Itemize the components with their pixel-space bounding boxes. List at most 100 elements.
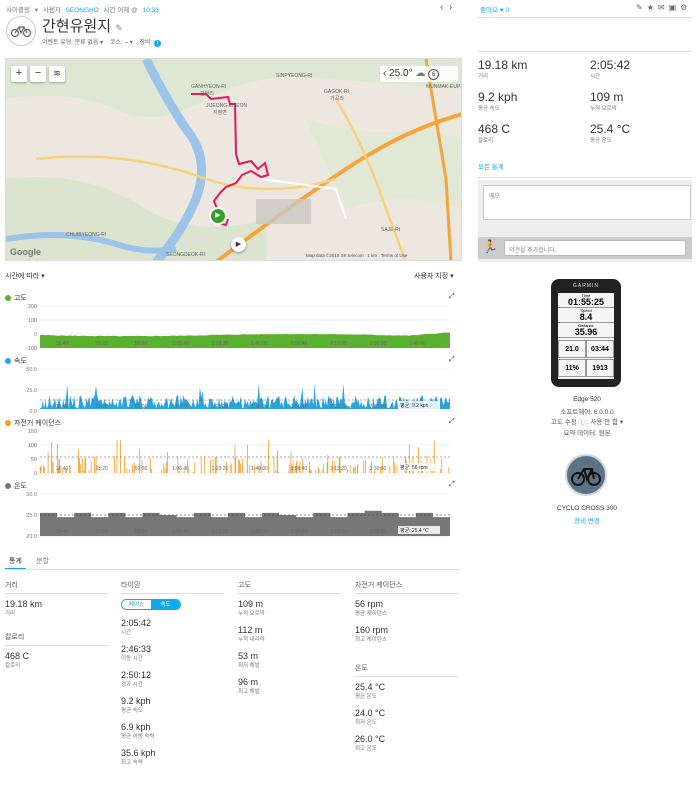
x-tick-label: 1:06:40 [172,341,189,347]
expand-icon[interactable]: ⤢ [449,293,455,301]
time-label: 시간 어제 @ [103,7,138,14]
activity-type-link[interactable]: 사이클링 [6,7,30,14]
time-axis-select[interactable]: 시간에 따라 ▾ [5,271,45,281]
y-tick-label: 0 [34,332,37,338]
share-icon[interactable]: ✉ [658,3,669,12]
series-dot [5,295,11,301]
stat-item: 26.0 °C 최고 온도 [355,734,458,752]
chart-title: 온도 [5,481,27,491]
layers-button[interactable]: ≋ [49,66,65,82]
x-tick-label: 33:20 [95,466,108,472]
stat-label: 최고 속력 [121,760,143,766]
pace-option[interactable]: 페이스 [122,600,151,609]
summary-stat: 109 m 누적 오르막 [590,90,623,112]
info-icon[interactable]: i [153,40,161,47]
like-label[interactable]: 좋아요 [480,7,498,14]
change-gear-link[interactable]: 장비 변경 [520,515,654,525]
activity-nav: ‹ › [440,2,452,13]
user-link[interactable]: SEONGHO [66,7,99,14]
weather-widget[interactable]: ‹ 25.0° ☁ 6 [380,66,458,82]
speed-option[interactable]: 속도 [151,600,180,609]
gear-icon[interactable]: ⚙ [680,3,691,12]
pencil-icon[interactable]: ✎ [115,23,123,33]
x-tick-label: 2:30:00 [370,466,387,472]
zoom-out-button[interactable]: − [30,66,46,82]
x-tick-label: 1:56:40 [291,341,308,347]
info-icon[interactable]: ⓘ [579,419,586,426]
map-label: SINPYEONG-RI [276,73,313,79]
section-heading: 타이밍 [121,580,224,594]
activity-type-avatar [6,16,36,46]
stat-label: 최고 온도 [355,746,377,752]
zoom-in-button[interactable]: + [11,66,27,82]
start-marker[interactable]: ▶ [209,207,227,225]
stat-label: 최고 케이던스 [355,637,387,643]
terms-link[interactable]: Terms of Use [381,253,408,258]
x-tick-label: 1:40:00 [251,341,268,347]
prev-arrow-icon[interactable]: ‹ [440,2,443,13]
lock-icon[interactable]: ▣ [669,3,681,12]
all-stats-link[interactable]: 모든 통계 [478,161,504,171]
summary-label: 평균 온도 [590,138,612,144]
playback-button[interactable]: ▶ [231,237,246,252]
route-map[interactable]: + − ≋ ‹ 25.0° ☁ 6 SINPYEONG-RI GANHYEON-… [5,58,462,261]
activity-type-dropdown[interactable]: ▾ [35,7,38,14]
chart-title: 속도 [5,356,27,366]
elev-correct-select[interactable]: : 사용 안 함 ▾ [587,419,623,426]
stat-label: 거리 [5,611,16,617]
stat-label: 평균 온도 [355,694,377,700]
notes-textarea[interactable]: 메모 [483,185,691,220]
expand-icon[interactable]: ⤢ [449,418,455,426]
x-tick-label: 1:40:00 [251,529,268,535]
x-tick-label: 16:40 [56,341,69,347]
bike-avatar [565,454,607,496]
y-tick-label: 150 [28,429,37,435]
edit-icon[interactable]: ✎ [636,3,647,12]
heart-icon[interactable]: ♥ [500,7,504,14]
y-tick-label: 25.0 [26,513,37,519]
x-tick-label: 2:13:20 [330,466,347,472]
stat-label: 평균 케이던스 [355,611,387,617]
expand-icon[interactable]: ⤢ [449,481,455,489]
stat-value: 6.9 kph [121,722,151,732]
stat-value: 160 rpm [355,625,389,635]
summary-value: 468 C [478,122,511,136]
device-software: 소프트웨어: 6.0.0.0 [560,409,614,416]
device-grade: 11% [558,359,586,377]
like-area[interactable]: 좋아요 ♥ 0 [480,4,509,14]
stat-value: 468 C [5,651,30,661]
expand-icon[interactable]: ⤢ [449,356,455,364]
x-tick-label: 2:30:00 [370,404,387,410]
star-icon[interactable]: ★ [647,3,658,12]
stat-value: 2:05:42 [121,618,152,628]
map-label: 지정면 [213,110,227,116]
map-temperature: 25.0° [389,68,413,79]
x-tick-label: 50:00 [135,404,148,410]
pace-speed-toggle[interactable]: 페이스 속도 [121,599,181,610]
stat-item: 9.2 kph 평균 속도 [121,696,224,714]
x-tick-label: 50:00 [135,466,148,472]
x-tick-label: 1:23:20 [212,529,229,535]
next-arrow-icon[interactable]: › [449,2,452,13]
x-tick-label: 2:46:40 [409,341,426,347]
summary-stat: 25.4 °C 평균 온도 [590,122,630,144]
x-tick-label: 1:06:40 [172,404,189,410]
time-link[interactable]: 10:33 [143,7,159,14]
stat-item: 468 C 칼로리 [5,651,108,669]
x-tick-label: 2:30:00 [370,341,387,347]
course-select[interactable]: 코스: -- ▾ [110,40,133,46]
y-tick-label: 200 [28,304,37,310]
chart-title: 고도 [5,293,27,303]
stat-item: 6.9 kph 평균 이동 속력 [121,722,224,740]
comment-input[interactable]: 의견을 추가합니다. [504,240,686,256]
stat-item: 109 m 누적 오르막 [238,599,341,617]
stat-item: 53 m 최저 해발 [238,651,341,669]
customize-select[interactable]: 사용자 지정 ▾ [414,271,454,281]
stat-label: 이동 시간 [121,656,143,662]
x-tick-label: 50:00 [135,529,148,535]
summary-value: 2:05:42 [590,58,631,72]
stat-label: 누적 내리막 [238,637,265,643]
tab-splits[interactable]: 분할 [36,558,49,565]
divider [478,177,692,178]
event-type-select[interactable]: 이벤트 유형: 분류 없음 ▾ [42,40,103,46]
